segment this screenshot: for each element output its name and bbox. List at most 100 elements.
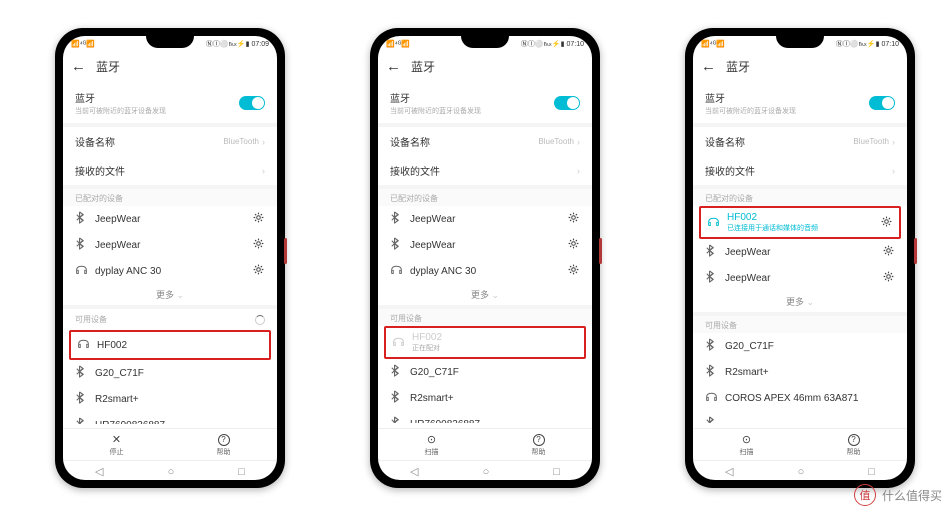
device-row[interactable]: JeepWear xyxy=(378,206,592,232)
device-name: HF002 xyxy=(97,340,263,351)
device-row[interactable]: R2smart+ xyxy=(378,385,592,411)
more-button[interactable]: 更多 ⌄ xyxy=(63,284,277,305)
nav-recent-icon[interactable]: □ xyxy=(553,466,560,478)
device-row[interactable]: G20_C71F xyxy=(63,360,277,386)
device-name-row[interactable]: 设备名称 BlueTooth› xyxy=(378,127,592,156)
device-name-row[interactable]: 设备名称 BlueTooth› xyxy=(63,127,277,156)
bottom-button[interactable]: ? 帮助 xyxy=(532,433,546,457)
bluetooth-icon xyxy=(705,364,717,380)
device-name: HR7690836887 xyxy=(410,419,580,424)
bottom-icon: ✕ xyxy=(112,433,121,446)
device-name: G20_C71F xyxy=(410,367,580,378)
device-row[interactable]: HF002 已连接用于通话和媒体的音频 xyxy=(701,208,899,237)
nav-bar: ◁ ○ □ xyxy=(63,460,277,480)
device-row[interactable]: dyplay ANC 30 xyxy=(378,258,592,284)
device-name: HR7690836887 xyxy=(95,420,265,425)
chevron-right-icon: › xyxy=(577,166,580,176)
device-row[interactable]: dyplay ANC 30 xyxy=(63,258,277,284)
highlight-box: HF002 正在配对 xyxy=(384,326,586,359)
device-name: R2smart+ xyxy=(95,394,265,405)
more-button[interactable]: 更多 ⌄ xyxy=(378,284,592,305)
device-name: JeepWear xyxy=(725,273,874,284)
device-row[interactable]: G20_C71F xyxy=(378,359,592,385)
chevron-right-icon: › xyxy=(262,137,265,147)
more-button[interactable]: 更多 ⌄ xyxy=(693,291,907,312)
bottom-button[interactable]: ✕ 停止 xyxy=(110,433,124,457)
gear-icon[interactable] xyxy=(880,215,893,231)
nav-back-icon[interactable]: ◁ xyxy=(410,465,418,478)
received-files-row[interactable]: 接收的文件 › xyxy=(378,156,592,185)
bluetooth-toggle-row[interactable]: 蓝牙 当前可被附近的蓝牙设备发现 xyxy=(63,83,277,123)
device-row[interactable]: HF002 正在配对 xyxy=(386,328,584,357)
toggle-switch[interactable] xyxy=(239,96,265,110)
chevron-right-icon: › xyxy=(892,166,895,176)
device-row[interactable]: HF002 xyxy=(71,332,269,358)
bluetooth-toggle-row[interactable]: 蓝牙 当前可被附近的蓝牙设备发现 xyxy=(693,83,907,123)
bluetooth-icon xyxy=(75,211,87,227)
available-label: 可用设备 xyxy=(378,309,592,326)
device-row[interactable]: HR7690836887 xyxy=(378,411,592,423)
bluetooth-icon xyxy=(390,237,402,253)
device-row[interactable]: COROS APEX 46mm 63A871 xyxy=(693,385,907,411)
bluetooth-toggle-row[interactable]: 蓝牙 当前可被附近的蓝牙设备发现 xyxy=(378,83,592,123)
spinner-icon xyxy=(255,315,265,325)
gear-icon[interactable] xyxy=(567,263,580,279)
device-name-row[interactable]: 设备名称 BlueTooth› xyxy=(693,127,907,156)
back-arrow-icon[interactable]: ← xyxy=(71,58,86,75)
phone-3: 📶⁴ᴳ📶 ⓃⒾ⚪℻⚡▮ 07:10 ← 蓝牙 蓝牙 当前可被附近的蓝牙设备发现 xyxy=(685,28,915,488)
bottom-bar: ✕ 停止 ? 帮助 xyxy=(63,428,277,460)
bluetooth-icon xyxy=(705,338,717,354)
device-row[interactable]: HR7690836887 xyxy=(63,412,277,424)
chevron-right-icon: › xyxy=(262,166,265,176)
gear-icon[interactable] xyxy=(882,244,895,260)
back-arrow-icon[interactable]: ← xyxy=(701,58,716,75)
bluetooth-icon xyxy=(75,417,87,424)
device-name: dyplay ANC 30 xyxy=(95,266,244,277)
gear-icon[interactable] xyxy=(882,270,895,286)
status-icons: ⓃⒾ⚪℻⚡▮ xyxy=(521,39,565,49)
toggle-switch[interactable] xyxy=(554,96,580,110)
device-row[interactable]: G20_C71F xyxy=(693,333,907,359)
nav-home-icon[interactable]: ○ xyxy=(483,466,490,478)
device-row[interactable]: JeepWear xyxy=(693,265,907,291)
available-label: 可用设备 xyxy=(75,314,107,325)
device-row[interactable]: R2smart+ xyxy=(63,386,277,412)
available-label: 可用设备 xyxy=(693,316,907,333)
bottom-button[interactable]: ? 帮助 xyxy=(847,433,861,457)
device-row[interactable] xyxy=(693,411,907,423)
page-title: 蓝牙 xyxy=(411,58,435,75)
nav-back-icon[interactable]: ◁ xyxy=(725,465,733,478)
bluetooth-icon xyxy=(390,211,402,227)
device-row[interactable]: JeepWear xyxy=(63,232,277,258)
bottom-button[interactable]: ⊙ 扫描 xyxy=(425,433,439,457)
header: ← 蓝牙 xyxy=(378,52,592,83)
device-name: JeepWear xyxy=(95,240,244,251)
nav-back-icon[interactable]: ◁ xyxy=(95,465,103,478)
clock: 07:09 xyxy=(251,41,269,48)
signal-icons: 📶⁴ᴳ📶 xyxy=(71,40,95,48)
bottom-button[interactable]: ⊙ 扫描 xyxy=(740,433,754,457)
received-files-row[interactable]: 接收的文件 › xyxy=(693,156,907,185)
nav-recent-icon[interactable]: □ xyxy=(868,466,875,478)
headphone-icon xyxy=(705,390,717,406)
gear-icon[interactable] xyxy=(252,211,265,227)
gear-icon[interactable] xyxy=(567,211,580,227)
chevron-right-icon: › xyxy=(577,137,580,147)
device-row[interactable]: JeepWear xyxy=(693,239,907,265)
device-name: R2smart+ xyxy=(725,367,895,378)
bottom-button[interactable]: ? 帮助 xyxy=(217,433,231,457)
gear-icon[interactable] xyxy=(252,237,265,253)
nav-home-icon[interactable]: ○ xyxy=(798,466,805,478)
toggle-switch[interactable] xyxy=(869,96,895,110)
nav-home-icon[interactable]: ○ xyxy=(168,466,175,478)
device-row[interactable]: JeepWear xyxy=(378,232,592,258)
device-row[interactable]: R2smart+ xyxy=(693,359,907,385)
device-row[interactable]: JeepWear xyxy=(63,206,277,232)
received-files-row[interactable]: 接收的文件 › xyxy=(63,156,277,185)
device-name: dyplay ANC 30 xyxy=(410,266,559,277)
gear-icon[interactable] xyxy=(252,263,265,279)
nav-recent-icon[interactable]: □ xyxy=(238,466,245,478)
back-arrow-icon[interactable]: ← xyxy=(386,58,401,75)
bluetooth-icon xyxy=(705,416,717,423)
gear-icon[interactable] xyxy=(567,237,580,253)
